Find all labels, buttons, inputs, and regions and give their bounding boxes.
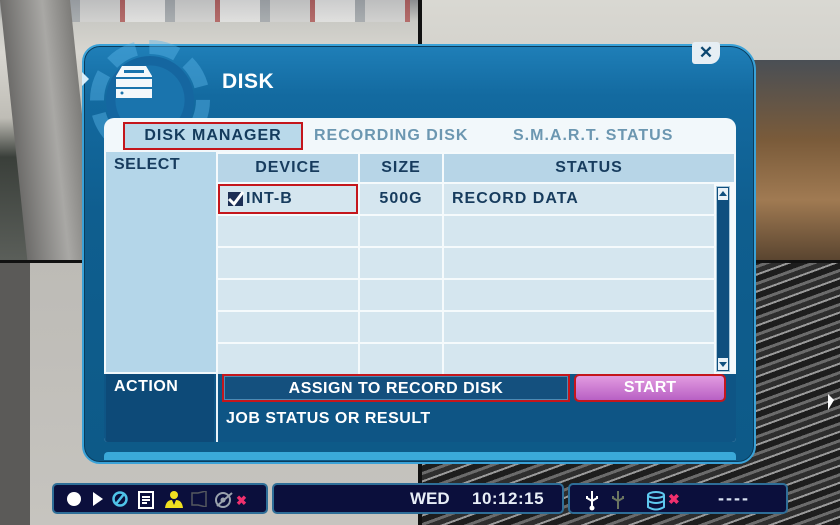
device-name: INT-B (246, 190, 293, 207)
size-cell (360, 344, 442, 374)
status-bar-left: ✖ (52, 483, 268, 514)
device-cell (218, 344, 358, 374)
scroll-down-icon[interactable] (718, 358, 728, 370)
tab-bar: DISK MANAGER RECORDING DISK S.M.A.R.T. S… (104, 118, 736, 152)
status-bar-clock: WED 10:12:15 (272, 483, 564, 514)
action-label-column: ACTION (106, 374, 214, 442)
job-status-text: JOB STATUS OR RESULT (226, 410, 431, 427)
usb-icon[interactable] (584, 491, 600, 511)
action-area: ACTION ASSIGN TO RECORD DISK START JOB S… (104, 374, 736, 442)
dialog-footer (104, 452, 736, 460)
status-cell (444, 216, 714, 246)
size-cell (360, 248, 442, 278)
network-off-icon[interactable] (214, 491, 236, 509)
device-cell (218, 312, 358, 342)
status-cell (444, 280, 714, 310)
status-placeholder: ---- (718, 488, 750, 508)
error-x-icon: ✖ (668, 491, 680, 507)
clock-time: 10:12:15 (472, 489, 545, 508)
divider (216, 374, 218, 442)
record-icon[interactable] (66, 491, 82, 507)
status-cell (444, 248, 714, 278)
table-scrollbar[interactable] (716, 186, 730, 372)
usb-inactive-icon[interactable] (610, 491, 626, 511)
log-icon[interactable] (138, 491, 154, 509)
play-icon[interactable] (92, 491, 104, 507)
weekday: WED (410, 489, 450, 508)
table-row[interactable] (218, 216, 714, 246)
dialog-title: DISK (222, 70, 275, 93)
disk-drive-icon (116, 66, 152, 98)
size-cell: 500G (360, 184, 442, 214)
disk-panel: DISK MANAGER RECORDING DISK S.M.A.R.T. S… (104, 118, 736, 442)
status-cell (444, 344, 714, 374)
select-column: SELECT (106, 152, 216, 372)
tab-smart-status[interactable]: S.M.A.R.T. STATUS (513, 124, 673, 148)
size-cell (360, 280, 442, 310)
table-row[interactable] (218, 248, 714, 278)
checkmark-icon (227, 191, 245, 206)
arrow-right-icon (82, 72, 89, 86)
no-entry-icon[interactable] (112, 491, 128, 507)
users-icon[interactable] (164, 491, 184, 509)
table-row[interactable]: INT-B 500G RECORD DATA (218, 184, 714, 214)
header-device: DEVICE (218, 154, 358, 182)
table-row[interactable] (218, 312, 714, 342)
status-cell (444, 312, 714, 342)
action-label: ACTION (114, 378, 179, 395)
error-x-icon: ✖ (236, 493, 247, 508)
scroll-up-icon[interactable] (718, 188, 728, 200)
start-button[interactable]: START (574, 374, 726, 402)
mouse-cursor-icon (828, 394, 834, 410)
device-cell (218, 216, 358, 246)
action-select[interactable]: ASSIGN TO RECORD DISK (222, 374, 570, 402)
disk-table: SELECT DEVICE SIZE STATUS INT-B 500G REC… (104, 152, 736, 374)
device-cell (218, 248, 358, 278)
size-cell (360, 216, 442, 246)
table-row[interactable] (218, 280, 714, 310)
status-cell: RECORD DATA (444, 184, 714, 214)
header-size: SIZE (360, 154, 442, 182)
disk-dialog: DISK ✕ DISK MANAGER RECORDING DISK S.M.A… (82, 40, 756, 464)
checkbox-checked[interactable] (227, 191, 245, 206)
header-status: STATUS (444, 154, 734, 182)
audio-off-icon[interactable] (190, 491, 208, 507)
table-row[interactable] (218, 344, 714, 374)
select-label: SELECT (114, 156, 181, 173)
close-button[interactable]: ✕ (692, 42, 720, 64)
tab-recording-disk[interactable]: RECORDING DISK (314, 124, 468, 148)
close-icon: ✕ (698, 43, 714, 62)
size-cell (360, 312, 442, 342)
device-cell[interactable]: INT-B (218, 184, 358, 214)
status-bar-right: ✖ ---- (568, 483, 788, 514)
database-icon[interactable] (646, 491, 666, 511)
device-cell (218, 280, 358, 310)
tab-disk-manager[interactable]: DISK MANAGER (123, 122, 303, 150)
